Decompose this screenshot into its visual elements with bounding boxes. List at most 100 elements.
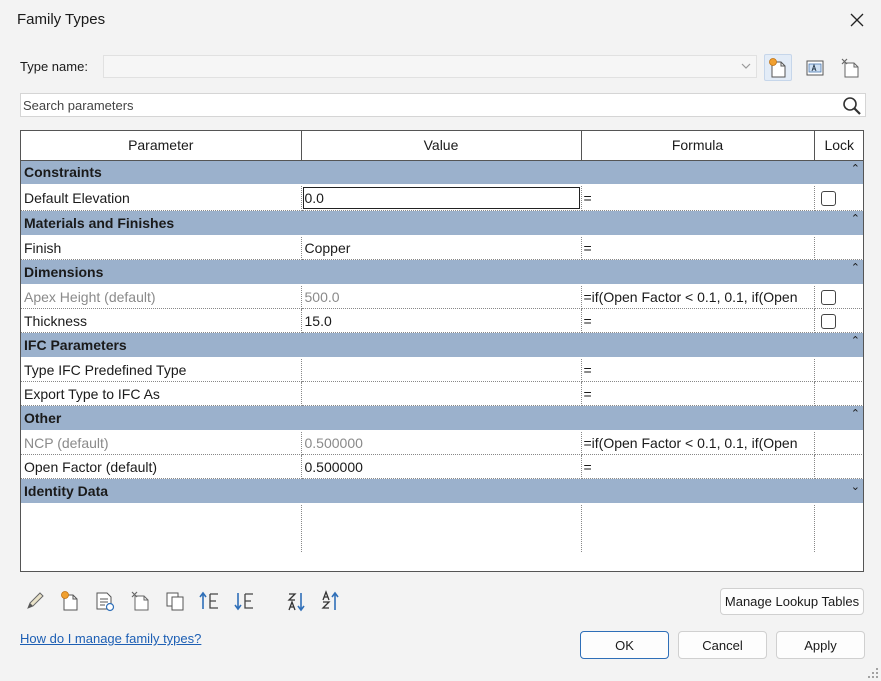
- lock-checkbox[interactable]: [820, 290, 836, 306]
- value-cell: 0.500000: [301, 430, 582, 455]
- column-header-lock[interactable]: Lock: [814, 131, 863, 161]
- group-materials-and-finishes[interactable]: Materials and Finishes ⌃: [21, 210, 863, 237]
- table-row: Thickness 15.0 =: [21, 308, 863, 333]
- formula-cell[interactable]: =if(Open Factor < 0.1, 0.1, if(Open: [581, 430, 815, 455]
- search-icon: [843, 97, 861, 115]
- value-cell[interactable]: [301, 381, 582, 406]
- group-title: Other: [24, 409, 62, 426]
- value-cell: 500.0: [301, 284, 582, 309]
- group-title: Constraints: [24, 164, 102, 181]
- formula-cell[interactable]: =: [581, 357, 815, 382]
- parameter-name: Export Type to IFC As: [21, 381, 302, 406]
- lock-cell: [814, 235, 863, 260]
- group-other[interactable]: Other ⌃: [21, 405, 863, 432]
- sort-ascending-button[interactable]: [284, 588, 310, 614]
- help-link[interactable]: How do I manage family types?: [20, 631, 201, 646]
- formula-cell[interactable]: =: [581, 308, 815, 333]
- group-constraints[interactable]: Constraints ⌃: [21, 160, 863, 186]
- lock-cell: [814, 185, 863, 211]
- delete-parameter-button[interactable]: [127, 588, 153, 614]
- move-down-icon: [234, 593, 253, 611]
- search-input[interactable]: [23, 96, 833, 114]
- resize-grip-icon[interactable]: [867, 667, 879, 679]
- collapse-icon[interactable]: ⌃: [851, 162, 860, 175]
- rename-type-icon: [806, 60, 824, 75]
- parameter-name: Apex Height (default): [21, 284, 302, 309]
- lock-cell: [814, 381, 863, 406]
- cancel-button[interactable]: Cancel: [678, 631, 767, 659]
- move-up-icon: [199, 591, 218, 609]
- lock-checkbox[interactable]: [820, 313, 836, 329]
- column-header-formula[interactable]: Formula: [581, 131, 815, 161]
- ok-button[interactable]: OK: [580, 631, 669, 659]
- move-down-button[interactable]: [232, 588, 258, 614]
- collapse-icon[interactable]: ⌃: [851, 334, 860, 347]
- formula-cell[interactable]: =if(Open Factor < 0.1, 0.1, if(Open: [581, 284, 815, 309]
- search-button[interactable]: [841, 95, 863, 120]
- new-type-button[interactable]: [764, 54, 792, 81]
- table-row: Type IFC Predefined Type =: [21, 357, 863, 382]
- type-name-label: Type name:: [20, 59, 88, 74]
- collapse-icon[interactable]: ⌃: [851, 407, 860, 420]
- value-cell[interactable]: Copper: [301, 235, 582, 260]
- group-ifc-parameters[interactable]: IFC Parameters ⌃: [21, 332, 863, 359]
- edit-parameter-button[interactable]: [22, 588, 48, 614]
- lock-cell: [814, 357, 863, 382]
- group-title: Dimensions: [24, 263, 104, 280]
- shared-parameter-icon: [96, 592, 115, 612]
- grid-header-row: Parameter Value Formula Lock: [21, 131, 863, 161]
- lock-cell: [814, 308, 863, 333]
- parameter-name: NCP (default): [21, 430, 302, 455]
- delete-parameter-icon: [131, 591, 149, 611]
- delete-type-button[interactable]: [836, 54, 864, 81]
- rename-type-button[interactable]: [801, 54, 829, 81]
- formula-cell[interactable]: =: [581, 185, 815, 211]
- expand-icon[interactable]: ⌄: [851, 480, 860, 493]
- value-cell[interactable]: 0.500000: [301, 454, 582, 479]
- parameters-grid: Parameter Value Formula Lock Constraints…: [20, 130, 864, 572]
- collapse-icon[interactable]: ⌃: [851, 261, 860, 274]
- type-name-dropdown[interactable]: [103, 55, 757, 78]
- chevron-down-icon: [741, 63, 751, 69]
- shared-parameter-button[interactable]: [92, 588, 118, 614]
- manage-lookup-tables-button[interactable]: Manage Lookup Tables: [720, 588, 864, 615]
- table-row: Open Factor (default) 0.500000 =: [21, 454, 863, 479]
- copy-button[interactable]: [162, 588, 188, 614]
- sort-descending-button[interactable]: [318, 588, 344, 614]
- move-up-button[interactable]: [197, 588, 223, 614]
- new-parameter-button[interactable]: [57, 588, 83, 614]
- apply-button[interactable]: Apply: [776, 631, 865, 659]
- lock-checkbox[interactable]: [820, 191, 836, 207]
- parameter-name: Finish: [21, 235, 302, 260]
- column-header-parameter[interactable]: Parameter: [21, 131, 302, 161]
- formula-cell[interactable]: =: [581, 454, 815, 479]
- new-parameter-icon: [61, 591, 78, 611]
- value-input[interactable]: 0.0: [301, 185, 582, 211]
- copy-icon: [166, 592, 184, 611]
- sort-ascending-icon: [287, 593, 305, 612]
- group-identity-data[interactable]: Identity Data ⌄: [21, 478, 863, 505]
- search-box: [20, 93, 866, 117]
- value-cell[interactable]: 15.0: [301, 308, 582, 333]
- title-bar: Family Types: [0, 0, 881, 40]
- table-row: Finish Copper =: [21, 235, 863, 260]
- pencil-icon: [27, 592, 44, 609]
- group-title: IFC Parameters: [24, 336, 127, 353]
- value-input-text[interactable]: 0.0: [302, 187, 580, 209]
- formula-cell[interactable]: =: [581, 381, 815, 406]
- table-row: Apex Height (default) 500.0 =if(Open Fac…: [21, 284, 863, 309]
- table-row: Export Type to IFC As =: [21, 381, 863, 406]
- formula-cell[interactable]: =: [581, 235, 815, 260]
- lock-cell: [814, 284, 863, 309]
- table-row: NCP (default) 0.500000 =if(Open Factor <…: [21, 430, 863, 455]
- close-button[interactable]: [841, 4, 873, 36]
- table-row: Default Elevation 0.0 =: [21, 185, 863, 211]
- group-dimensions[interactable]: Dimensions ⌃: [21, 259, 863, 286]
- value-cell[interactable]: [301, 357, 582, 382]
- new-type-icon: [769, 57, 786, 77]
- column-header-value[interactable]: Value: [301, 131, 582, 161]
- collapse-icon[interactable]: ⌃: [851, 212, 860, 225]
- delete-type-icon: [841, 58, 859, 77]
- parameter-name: Type IFC Predefined Type: [21, 357, 302, 382]
- lock-cell: [814, 430, 863, 455]
